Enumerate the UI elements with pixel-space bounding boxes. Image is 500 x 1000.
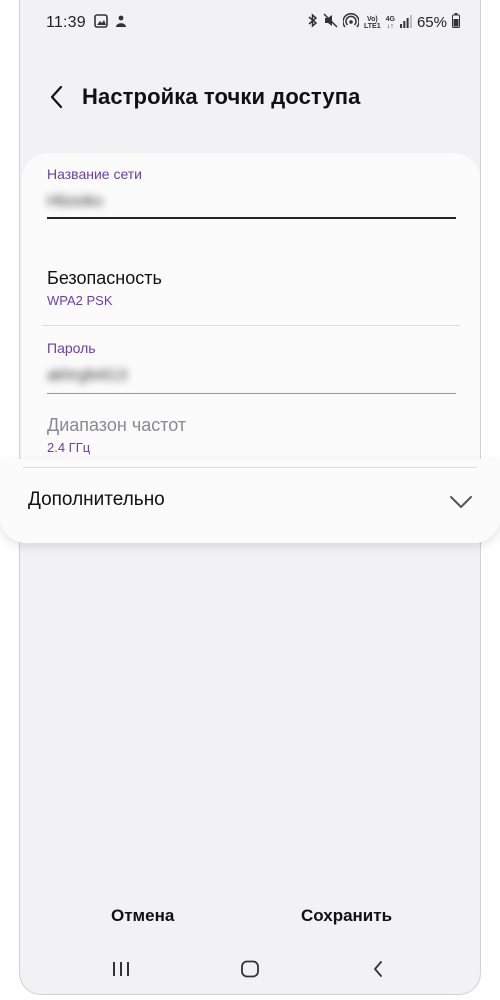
- band-title: Диапазон частот: [47, 415, 187, 435]
- bluetooth-icon: [307, 13, 318, 32]
- security-value: WPA2 PSK: [47, 293, 113, 308]
- security-title: Безопасность: [47, 268, 162, 288]
- status-bar: 11:39 Vo) LTE1 4G ↓↑ 65%: [20, 0, 480, 48]
- app-bar: Настройка точки доступа: [20, 70, 480, 126]
- password-input[interactable]: akhrgfe613: [47, 367, 127, 385]
- notification-icons: [94, 14, 128, 33]
- action-bar: Отмена Сохранить: [20, 900, 480, 934]
- divider: [23, 467, 477, 468]
- band-value: 2.4 ГГц: [47, 440, 91, 455]
- nav-back-button[interactable]: [363, 956, 393, 982]
- back-icon: [374, 961, 382, 977]
- app-notification-icon: [114, 14, 128, 33]
- advanced-label: Дополнительно: [28, 489, 165, 510]
- hotspot-icon: [342, 12, 360, 32]
- save-button[interactable]: Сохранить: [301, 906, 392, 926]
- status-icons: Vo) LTE1 4G ↓↑ 65%: [307, 12, 460, 32]
- recent-apps-button[interactable]: [106, 956, 136, 982]
- navigation-bar: [20, 950, 480, 990]
- cancel-button[interactable]: Отмена: [111, 906, 174, 926]
- network-name-underline: [47, 217, 456, 219]
- recent-apps-icon: [113, 962, 129, 976]
- network-name-input[interactable]: Hlizeiko: [47, 193, 103, 211]
- signal-icon: [399, 14, 412, 32]
- password-underline: [47, 393, 456, 394]
- divider: [42, 325, 460, 326]
- advanced-section-toggle[interactable]: Дополнительно: [0, 459, 500, 543]
- password-label: Пароль: [47, 340, 96, 356]
- back-button[interactable]: [42, 82, 72, 112]
- page-title: Настройка точки доступа: [82, 84, 361, 109]
- battery-percent: 65%: [416, 14, 447, 31]
- network-name-label: Название сети: [47, 166, 143, 182]
- chevron-left-icon: [50, 85, 63, 109]
- battery-icon: [452, 13, 460, 32]
- gallery-icon: [94, 14, 108, 33]
- home-button[interactable]: [235, 956, 265, 982]
- home-icon: [241, 960, 259, 978]
- status-time: 11:39: [46, 14, 86, 31]
- chevron-down-icon: [450, 496, 472, 508]
- hotspot-settings-card: Название сети Hlizeiko Безопасность WPA2…: [22, 153, 480, 468]
- volte-indicator: Vo) LTE1: [364, 15, 381, 30]
- network-type-indicator: 4G ↓↑: [385, 15, 395, 30]
- mute-icon: [323, 13, 338, 32]
